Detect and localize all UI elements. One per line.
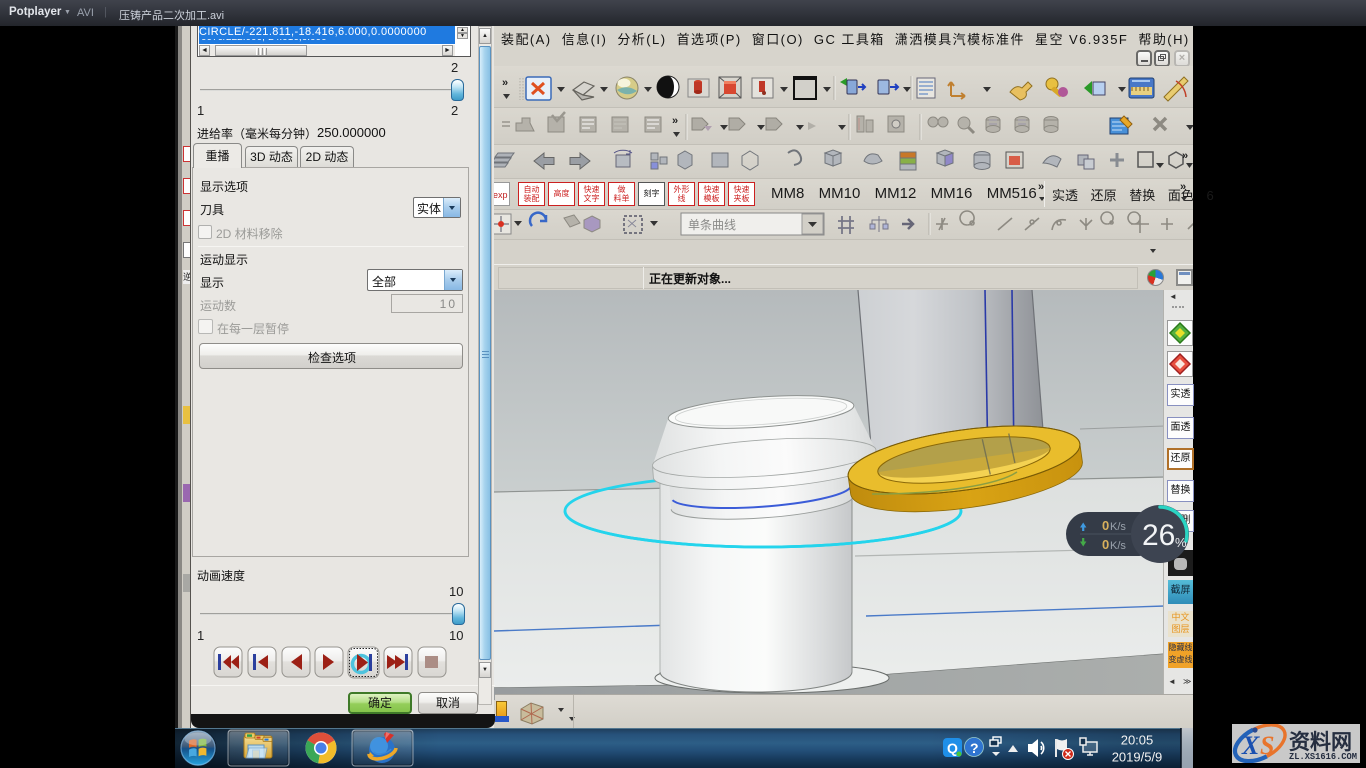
svg-text:K/s: K/s [1110, 540, 1126, 552]
svg-text:0: 0 [1102, 518, 1109, 533]
svg-text:Q: Q [947, 740, 958, 756]
svg-text:»: » [1182, 150, 1188, 162]
svg-text:26: 26 [1142, 519, 1175, 552]
svg-text:ZL.XS1616.COM: ZL.XS1616.COM [1289, 752, 1357, 762]
svg-text:单条曲线: 单条曲线 [688, 218, 736, 232]
svg-text:2019/5/9: 2019/5/9 [1112, 750, 1163, 765]
svg-text:X: X [1241, 731, 1260, 760]
svg-text:»: » [672, 115, 678, 127]
svg-text:20:05: 20:05 [1121, 733, 1154, 748]
svg-text:%: % [1175, 535, 1187, 550]
svg-text:K/s: K/s [1110, 521, 1126, 533]
svg-text:»: » [502, 77, 508, 89]
svg-text:S: S [1260, 731, 1274, 760]
svg-text:资料网: 资料网 [1289, 731, 1352, 754]
svg-text:?: ? [970, 740, 979, 756]
svg-text:0: 0 [1102, 537, 1109, 552]
